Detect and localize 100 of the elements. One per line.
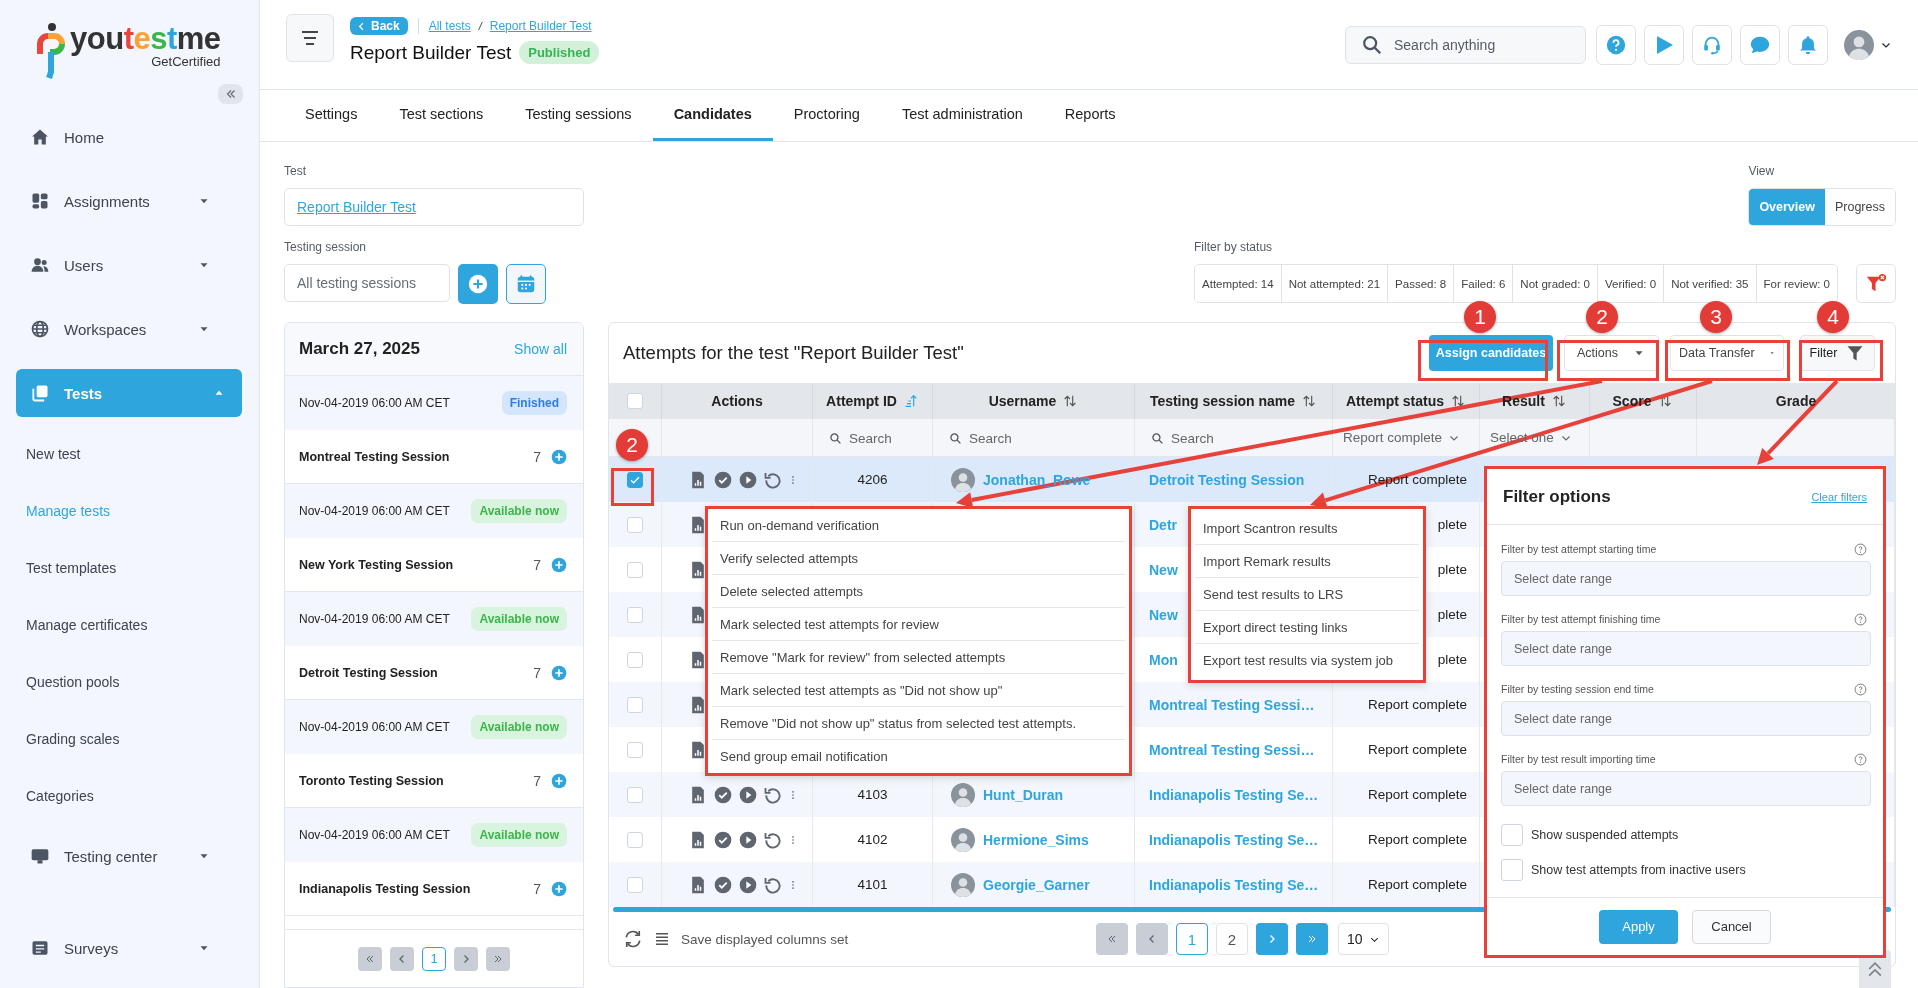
column-header[interactable]: Result	[1502, 393, 1545, 409]
column-header[interactable]: Username	[988, 393, 1057, 409]
row-checkbox[interactable]	[627, 471, 643, 488]
help-icon[interactable]	[1854, 752, 1867, 766]
menu-item[interactable]: Export direct testing links	[1195, 611, 1419, 644]
check-circle-icon[interactable]	[713, 469, 733, 490]
dropdown-button[interactable]: Actions	[1564, 335, 1659, 371]
row-checkbox[interactable]	[627, 696, 643, 713]
next-page-button[interactable]	[454, 946, 478, 971]
check-circle-icon[interactable]	[713, 829, 733, 850]
help-icon[interactable]	[1854, 682, 1867, 696]
play-circle-icon[interactable]	[738, 829, 758, 850]
add-button[interactable]	[458, 264, 498, 304]
row-checkbox[interactable]	[627, 786, 643, 803]
filter-button[interactable]: Filter	[1800, 335, 1875, 371]
menu-item[interactable]: Import Remark results	[1195, 545, 1419, 578]
sidebar-item[interactable]: Home	[0, 105, 243, 169]
date-range-field[interactable]: Select date range	[1501, 701, 1871, 736]
sidebar-subitem[interactable]: Categories	[0, 767, 259, 824]
row-checkbox[interactable]	[627, 741, 643, 758]
menu-item[interactable]: Run on-demand verification	[712, 509, 1125, 542]
column-header[interactable]: Attempt status	[1346, 393, 1444, 409]
support-button[interactable]	[1692, 24, 1732, 65]
help-icon[interactable]	[1854, 612, 1867, 626]
chat-button[interactable]	[1740, 24, 1780, 65]
column-header[interactable]: Actions	[711, 393, 763, 409]
sort-icon[interactable]	[1301, 393, 1318, 409]
sidebar-subitem[interactable]: Test templates	[0, 539, 259, 596]
column-header[interactable]: Attempt ID	[826, 393, 897, 409]
menu-item[interactable]: Remove "Mark for review" from selected attempts	[712, 641, 1125, 674]
column-search-field[interactable]: Search	[949, 430, 1029, 446]
tab[interactable]: Test sections	[378, 90, 505, 141]
date-range-field[interactable]: Select date range	[1501, 771, 1871, 806]
calendar-button[interactable]	[506, 264, 546, 304]
row-checkbox[interactable]	[627, 561, 643, 578]
menu-item[interactable]: Send group email notification	[712, 740, 1125, 773]
sidebar-item[interactable]: Users	[0, 233, 243, 297]
check-circle-icon[interactable]	[713, 874, 733, 895]
add-candidate-button[interactable]	[551, 448, 567, 465]
menu-item[interactable]: Mark selected test attempts as "Did not show up"	[712, 674, 1125, 707]
check-circle-icon[interactable]	[713, 784, 733, 805]
previous-page-button[interactable]	[1136, 923, 1168, 955]
tab[interactable]: Settings	[284, 90, 379, 141]
menu-item[interactable]: Remove "Did not show up" status from selected test attempts.	[712, 707, 1125, 740]
clear-filters-button[interactable]	[1856, 264, 1896, 303]
tab[interactable]: Proctoring	[772, 90, 881, 141]
play-button[interactable]	[1644, 24, 1684, 65]
menu-item[interactable]: Verify selected attempts	[712, 542, 1125, 575]
sort-icon[interactable]	[1062, 393, 1079, 409]
tab[interactable]: Candidates	[652, 90, 773, 141]
sort-icon[interactable]	[1450, 393, 1466, 409]
add-candidate-button[interactable]	[551, 880, 567, 897]
column-search-field[interactable]: Search	[1151, 430, 1231, 446]
sidebar-item[interactable]: Workspaces	[0, 297, 243, 361]
last-page-button[interactable]	[1296, 923, 1328, 955]
menu-button[interactable]	[286, 13, 334, 62]
help-button[interactable]	[1596, 24, 1636, 65]
menu-item[interactable]: Import Scantron results	[1195, 512, 1419, 545]
refresh-icon[interactable]	[623, 929, 643, 949]
status-filter[interactable]: For review: 0	[1755, 265, 1837, 302]
tab[interactable]: Testing sessions	[504, 90, 653, 141]
menu-item[interactable]: Delete selected attempts	[712, 575, 1125, 608]
play-circle-icon[interactable]	[738, 784, 758, 805]
save-columns-link[interactable]: Save displayed columns set	[681, 931, 849, 947]
column-filter-select[interactable]: Select one	[1490, 430, 1572, 445]
menu-item[interactable]: Send test results to LRS	[1195, 578, 1419, 611]
cancel-button[interactable]: Cancel	[1692, 909, 1771, 944]
page-size-select[interactable]: 10	[1338, 923, 1389, 955]
row-checkbox[interactable]	[627, 651, 643, 668]
columns-icon[interactable]	[653, 930, 671, 948]
menu-item[interactable]: Mark selected test attempts for review	[712, 608, 1125, 641]
play-circle-icon[interactable]	[738, 469, 758, 490]
sidebar-item[interactable]: Assignments	[0, 169, 243, 233]
sidebar-subitem[interactable]: Grading scales	[0, 710, 259, 767]
collapse-sidebar-button[interactable]	[218, 84, 243, 104]
row-checkbox[interactable]	[627, 606, 643, 623]
previous-page-button[interactable]	[390, 946, 414, 971]
sidebar-item[interactable]: Surveys	[0, 916, 243, 980]
sidebar-subitem[interactable]: Manage certificates	[0, 596, 259, 653]
session-field[interactable]: All testing sessions	[284, 264, 450, 302]
add-candidate-button[interactable]	[551, 556, 567, 573]
checkbox[interactable]	[1501, 823, 1523, 846]
date-range-field[interactable]: Select date range	[1501, 631, 1871, 666]
search-field[interactable]: Search anything	[1345, 25, 1586, 64]
help-icon[interactable]	[1854, 542, 1867, 556]
first-page-button[interactable]	[358, 946, 382, 971]
date-range-field[interactable]: Select date range	[1501, 561, 1871, 596]
sidebar-item[interactable]: Testing center	[0, 824, 243, 888]
row-checkbox[interactable]	[627, 876, 643, 893]
add-candidate-button[interactable]	[551, 772, 567, 789]
column-search-field[interactable]: Search	[829, 430, 909, 446]
select-all-checkbox[interactable]	[627, 393, 643, 409]
last-page-button[interactable]	[486, 946, 510, 971]
sidebar-subitem[interactable]: New test	[0, 425, 259, 482]
column-header[interactable]: Grade	[1775, 393, 1817, 409]
tab[interactable]: Test administration	[880, 90, 1044, 141]
row-checkbox[interactable]	[627, 831, 643, 848]
next-page-button[interactable]	[1256, 923, 1288, 955]
page-button[interactable]: 2	[1216, 923, 1248, 955]
column-filter-select[interactable]: Report complete	[1343, 430, 1461, 445]
